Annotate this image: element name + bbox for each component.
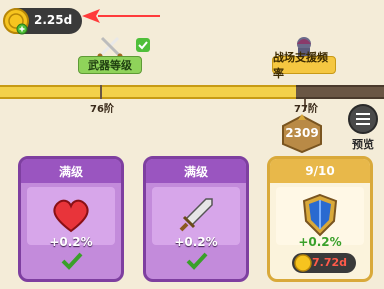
card-bonus: +0.2% (298, 235, 342, 249)
currency-amount: 2.25d (34, 13, 73, 27)
card-bonus: +0.2% (49, 235, 93, 249)
check-icon (61, 252, 83, 270)
check-icon (136, 38, 150, 52)
card-bonus: +0.2% (174, 235, 218, 249)
upgrade-cost: 7.72d (312, 256, 348, 269)
sword-icon (179, 198, 213, 232)
milestone-weapon-level[interactable]: 武器等级 (78, 36, 150, 74)
red-arrow-icon (82, 9, 160, 23)
tick-label: 76阶 (90, 104, 114, 115)
card-header: 9/10 (270, 159, 370, 183)
milestone-label: 战场支援频率 (272, 51, 336, 80)
currency-display: 2.25d (3, 8, 82, 35)
preview-button[interactable]: 预览 (346, 104, 380, 152)
tick-label: 77阶 (294, 104, 318, 115)
upgrade-card-attack[interactable]: 满级 +0.2% (143, 156, 249, 282)
progress-tick (100, 85, 102, 99)
card-header: 满级 (146, 159, 246, 183)
gold-coin-icon (3, 8, 29, 35)
check-icon (186, 252, 208, 270)
progress-bar-remaining (296, 85, 384, 99)
upgrade-card-defense[interactable]: 9/10 +0.2% 7.72d (267, 156, 373, 282)
milestone-label: 武器等级 (78, 56, 142, 74)
upgrade-card-health[interactable]: 满级 +0.2% (18, 156, 124, 282)
heart-icon (53, 199, 89, 233)
upgrade-cost-button[interactable]: 7.72d (292, 253, 356, 273)
level-badge-number: 2309 (285, 126, 319, 140)
card-header: 满级 (21, 159, 121, 183)
shield-icon (302, 193, 338, 237)
gold-coin-icon (294, 254, 312, 272)
milestone-battle-support[interactable]: 战场支援频率 (272, 36, 336, 80)
list-menu-icon (348, 104, 378, 134)
preview-label: 预览 (352, 138, 374, 151)
